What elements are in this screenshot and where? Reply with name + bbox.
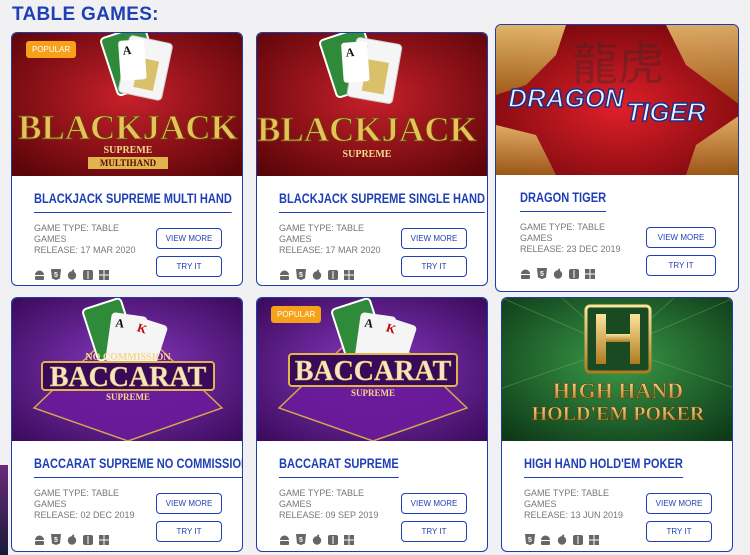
apple-icon xyxy=(556,534,567,545)
game-logo-text: BLACKJACK xyxy=(18,108,238,147)
mac-finder-icon xyxy=(572,534,583,545)
game-logo-subtext: TIGER xyxy=(626,97,706,127)
game-logo-subtext: SUPREME xyxy=(104,145,153,156)
apple-icon xyxy=(552,268,563,279)
game-info: GAME TYPE: TABLE GAMES RELEASE: 23 DEC 2… xyxy=(520,222,621,254)
android-icon xyxy=(34,534,45,545)
svg-text:5: 5 xyxy=(540,271,544,278)
game-title[interactable]: BLACKJACK SUPREME MULTI HAND xyxy=(34,191,232,213)
game-thumbnail[interactable]: A K NO COMMISSION BACCARAT SUPREME xyxy=(12,298,242,441)
view-more-button[interactable]: VIEW MORE xyxy=(646,227,716,248)
game-logo-subtext: SUPREME xyxy=(351,388,395,398)
release-date: 17 MAR 2020 xyxy=(325,245,381,255)
game-title[interactable]: HIGH HAND HOLD'EM POKER xyxy=(524,456,683,478)
windows-icon xyxy=(98,534,109,545)
release-date: 23 DEC 2019 xyxy=(566,244,621,254)
release-date: 13 JUN 2019 xyxy=(570,510,624,520)
game-title[interactable]: BLACKJACK SUPREME SINGLE HAND xyxy=(279,191,486,213)
try-it-button[interactable]: TRY IT xyxy=(646,521,712,542)
html5-icon: 5 xyxy=(50,534,61,545)
html5-icon: 5 xyxy=(50,269,61,280)
html5-icon: 5 xyxy=(295,269,306,280)
view-more-button[interactable]: VIEW MORE xyxy=(646,493,712,514)
view-more-button[interactable]: VIEW MORE xyxy=(401,228,467,249)
popular-badge: POPULAR xyxy=(26,41,77,58)
windows-icon xyxy=(98,269,109,280)
game-card[interactable]: J A BLACKJACK SUPREME BLACKJACK SUPREME … xyxy=(256,32,488,286)
game-card[interactable]: A K BACCARAT SUPREME POPULAR BACCARAT SU… xyxy=(256,297,488,552)
game-logo-subtext: SUPREME xyxy=(343,149,392,160)
apple-icon xyxy=(66,534,77,545)
try-it-button[interactable]: TRY IT xyxy=(156,521,222,542)
html5-icon: 5 xyxy=(295,534,306,545)
game-thumbnail[interactable]: J A BLACKJACK SUPREME MULTIHAND POPULAR xyxy=(12,33,242,176)
game-logo-text: BACCARAT xyxy=(50,362,207,393)
game-card[interactable]: HIGH HAND HOLD'EM POKER HIGH HAND HOLD'E… xyxy=(501,297,733,552)
svg-text:5: 5 xyxy=(299,537,303,544)
section-title: TABLE GAMES: xyxy=(12,4,159,25)
android-icon xyxy=(520,268,531,279)
svg-text:5: 5 xyxy=(54,272,58,279)
html5-icon: 5 xyxy=(524,534,535,545)
game-logo-text: DRAGON xyxy=(508,83,625,113)
game-logo-subtext: SUPREME xyxy=(106,392,150,402)
game-info: GAME TYPE: TABLE GAMES RELEASE: 17 MAR 2… xyxy=(279,223,381,255)
android-icon xyxy=(279,534,290,545)
windows-icon xyxy=(343,269,354,280)
game-thumbnail[interactable]: J A BLACKJACK SUPREME xyxy=(257,33,487,176)
game-thumbnail[interactable]: 龍虎 DRAGON TIGER xyxy=(496,25,738,175)
game-card[interactable]: J A BLACKJACK SUPREME MULTIHAND POPULAR … xyxy=(11,32,243,286)
mac-finder-icon xyxy=(568,268,579,279)
view-more-button[interactable]: VIEW MORE xyxy=(156,228,222,249)
release-date: 02 DEC 2019 xyxy=(80,510,135,520)
game-logo-text: BLACKJACK xyxy=(257,110,477,149)
decorative-side-image xyxy=(0,465,8,555)
svg-text:5: 5 xyxy=(54,537,58,544)
game-logo-subtext: HOLD'EM POKER xyxy=(532,403,705,425)
release-date: 17 MAR 2020 xyxy=(80,245,136,255)
view-more-button[interactable]: VIEW MORE xyxy=(156,493,222,514)
try-it-button[interactable]: TRY IT xyxy=(401,521,467,542)
game-thumbnail[interactable]: HIGH HAND HOLD'EM POKER xyxy=(502,298,732,441)
android-icon xyxy=(34,269,45,280)
svg-text:5: 5 xyxy=(528,537,532,544)
mac-finder-icon xyxy=(82,534,93,545)
apple-icon xyxy=(311,534,322,545)
svg-text:A: A xyxy=(122,43,132,58)
windows-icon xyxy=(588,534,599,545)
view-more-button[interactable]: VIEW MORE xyxy=(401,493,467,514)
svg-text:5: 5 xyxy=(299,272,303,279)
game-title[interactable]: BACCARAT SUPREME xyxy=(279,456,399,478)
game-logo-subtext: MULTIHAND xyxy=(100,158,157,168)
apple-icon xyxy=(66,269,77,280)
windows-icon xyxy=(343,534,354,545)
game-logo-text: HIGH HAND xyxy=(553,378,683,403)
mac-finder-icon xyxy=(327,269,338,280)
android-icon xyxy=(279,269,290,280)
release-date: 09 SEP 2019 xyxy=(325,510,379,520)
game-thumbnail[interactable]: A K BACCARAT SUPREME POPULAR xyxy=(257,298,487,441)
game-info: GAME TYPE: TABLE GAMES RELEASE: 02 DEC 2… xyxy=(34,488,135,520)
html5-icon: 5 xyxy=(536,268,547,279)
game-info: GAME TYPE: TABLE GAMES RELEASE: 17 MAR 2… xyxy=(34,223,136,255)
mac-finder-icon xyxy=(82,269,93,280)
game-info: GAME TYPE: TABLE GAMES RELEASE: 13 JUN 2… xyxy=(524,488,624,520)
popular-badge: POPULAR xyxy=(271,306,322,323)
game-info: GAME TYPE: TABLE GAMES RELEASE: 09 SEP 2… xyxy=(279,488,379,520)
try-it-button[interactable]: TRY IT xyxy=(401,256,467,277)
android-icon xyxy=(540,534,551,545)
game-title[interactable]: BACCARAT SUPREME NO COMMISSION xyxy=(34,456,242,478)
try-it-button[interactable]: TRY IT xyxy=(646,255,716,276)
game-card[interactable]: 龍虎 DRAGON TIGER DRAGON TIGER GAME TYPE: … xyxy=(495,24,739,292)
windows-icon xyxy=(584,268,595,279)
try-it-button[interactable]: TRY IT xyxy=(156,256,222,277)
game-card[interactable]: A K NO COMMISSION BACCARAT SUPREME BACCA… xyxy=(11,297,243,552)
mac-finder-icon xyxy=(327,534,338,545)
apple-icon xyxy=(311,269,322,280)
game-title[interactable]: DRAGON TIGER xyxy=(520,190,607,212)
game-logo-text: BACCARAT xyxy=(295,356,452,387)
svg-text:A: A xyxy=(345,45,355,60)
